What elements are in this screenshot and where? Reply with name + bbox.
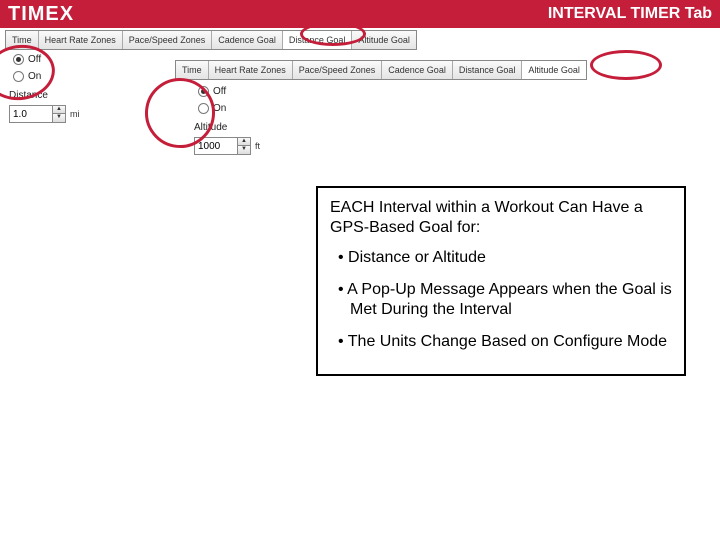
altitude-spinner-row: ▲ ▼ ft [194, 137, 310, 155]
spinner-down-icon[interactable]: ▼ [53, 114, 65, 122]
tab-altitude-goal-2[interactable]: Altitude Goal [522, 61, 586, 79]
radio-on-row[interactable]: On [13, 71, 115, 82]
altitude-spinner[interactable]: ▲ ▼ [194, 137, 251, 155]
tab-hr-zones-2[interactable]: Heart Rate Zones [209, 61, 293, 79]
radio-on-row-2[interactable]: On [198, 103, 310, 114]
altitude-input[interactable] [195, 138, 237, 154]
tab-pace-zones[interactable]: Pace/Speed Zones [123, 31, 213, 49]
tab-pace-zones-2[interactable]: Pace/Speed Zones [293, 61, 383, 79]
radio-off-label: Off [28, 54, 41, 65]
info-heading: EACH Interval within a Workout Can Have … [330, 198, 672, 238]
spinner-up-icon-2[interactable]: ▲ [238, 138, 250, 146]
altitude-label: Altitude [194, 122, 310, 133]
altitude-goal-panel: Off On Altitude ▲ ▼ ft [190, 82, 310, 155]
radio-off-row-2[interactable]: Off [198, 86, 310, 97]
radio-off-label-2: Off [213, 86, 226, 97]
spinner-down-icon-2[interactable]: ▼ [238, 146, 250, 154]
distance-spinner[interactable]: ▲ ▼ [9, 105, 66, 123]
radio-on-2[interactable] [198, 103, 209, 114]
tab-hr-zones[interactable]: Heart Rate Zones [39, 31, 123, 49]
radio-off-2[interactable] [198, 86, 209, 97]
spinner-up-icon[interactable]: ▲ [53, 106, 65, 114]
radio-on-label: On [28, 71, 41, 82]
info-bullet: The Units Change Based on Configure Mode [338, 332, 672, 352]
brand-logo: TIMEX [8, 3, 74, 26]
info-bullet: A Pop-Up Message Appears when the Goal i… [338, 280, 672, 320]
radio-on[interactable] [13, 71, 24, 82]
radio-off-row[interactable]: Off [13, 54, 115, 65]
altitude-unit: ft [255, 141, 260, 151]
distance-spinner-row: ▲ ▼ mi [9, 105, 115, 123]
tab-cadence-goal[interactable]: Cadence Goal [212, 31, 283, 49]
annotation-circle-icon [590, 50, 662, 80]
tab-distance-goal[interactable]: Distance Goal [283, 31, 353, 49]
info-bullet: Distance or Altitude [338, 248, 672, 268]
distance-unit: mi [70, 109, 80, 119]
tab-bar-distance: Time Heart Rate Zones Pace/Speed Zones C… [5, 30, 417, 50]
radio-off[interactable] [13, 54, 24, 65]
distance-label: Distance [9, 90, 115, 101]
tab-distance-goal-2[interactable]: Distance Goal [453, 61, 523, 79]
tab-altitude-goal[interactable]: Altitude Goal [352, 31, 416, 49]
tab-time-2[interactable]: Time [176, 61, 209, 79]
page-title: INTERVAL TIMER Tab [548, 5, 712, 23]
header-bar: TIMEX INTERVAL TIMER Tab [0, 0, 720, 28]
info-callout: EACH Interval within a Workout Can Have … [316, 186, 686, 376]
radio-on-label-2: On [213, 103, 226, 114]
tab-time[interactable]: Time [6, 31, 39, 49]
tab-bar-altitude: Time Heart Rate Zones Pace/Speed Zones C… [175, 60, 587, 80]
distance-input[interactable] [10, 106, 52, 122]
distance-goal-panel: Off On Distance ▲ ▼ mi [5, 50, 115, 123]
tab-cadence-goal-2[interactable]: Cadence Goal [382, 61, 453, 79]
